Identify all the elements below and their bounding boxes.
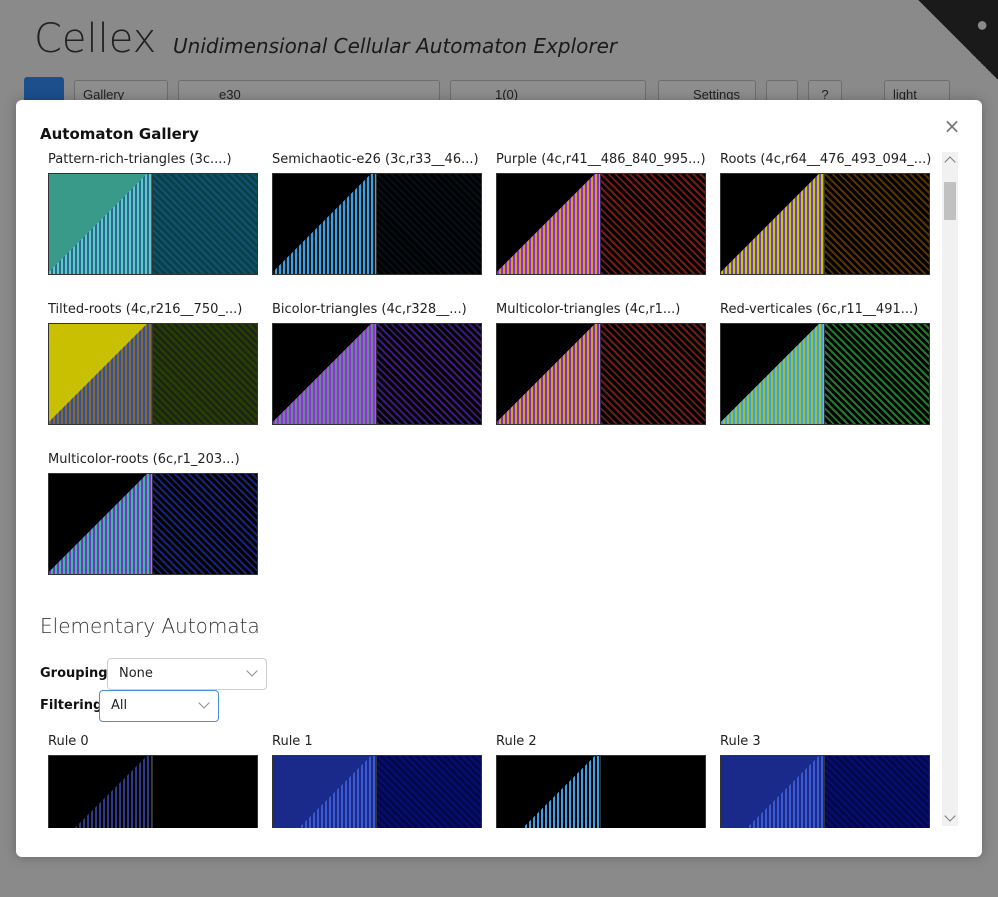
- automaton-pattern: [377, 756, 481, 828]
- modal-title: Automaton Gallery: [40, 125, 199, 143]
- grouping-select[interactable]: None: [107, 658, 267, 690]
- gallery-thumbnail[interactable]: [600, 323, 706, 425]
- scroll-up-icon[interactable]: [944, 156, 956, 168]
- scroll-down-icon[interactable]: [944, 810, 956, 822]
- gallery-modal: Automaton Gallery × Pattern-rich-triangl…: [16, 100, 982, 857]
- automaton-pattern: [497, 756, 601, 828]
- gallery-card[interactable]: Purple (4c,r41__486_840_995...): [488, 152, 712, 302]
- gallery-card[interactable]: Multicolor-roots (6c,r1_203...): [40, 452, 264, 602]
- automaton-pattern: [601, 756, 705, 828]
- filtering-label: Filtering: [40, 698, 103, 713]
- gallery-thumbnail[interactable]: [376, 173, 482, 275]
- rule-card-label: Rule 0: [48, 734, 89, 749]
- rule-thumbnail[interactable]: [496, 755, 602, 828]
- rule-card-label: Rule 2: [496, 734, 537, 749]
- automaton-pattern: [49, 174, 153, 274]
- gallery-thumbnail[interactable]: [48, 173, 154, 275]
- gallery-thumbnail[interactable]: [152, 173, 258, 275]
- automaton-pattern: [721, 756, 825, 828]
- gallery-card[interactable]: Semichaotic-e26 (3c,r33__46...): [264, 152, 488, 302]
- gallery-thumbnail[interactable]: [48, 323, 154, 425]
- automaton-pattern: [377, 324, 481, 424]
- gallery-thumbnail[interactable]: [824, 173, 930, 275]
- gallery-thumbnail[interactable]: [720, 173, 826, 275]
- rule-thumbnail[interactable]: [152, 755, 258, 828]
- gallery-thumbnail[interactable]: [152, 323, 258, 425]
- gallery-thumbnail[interactable]: [272, 323, 378, 425]
- gallery-card[interactable]: Roots (4c,r64__476_493_094_...): [712, 152, 936, 302]
- rule-card[interactable]: Rule 1: [264, 734, 488, 828]
- grouping-value: None: [119, 666, 153, 681]
- chevron-down-icon: [246, 665, 258, 677]
- automaton-pattern: [273, 756, 377, 828]
- automaton-pattern: [721, 324, 825, 424]
- automaton-pattern: [721, 174, 825, 274]
- rule-card[interactable]: Rule 0: [40, 734, 264, 828]
- rule-card[interactable]: Rule 3: [712, 734, 936, 828]
- rule-card-label: Rule 3: [720, 734, 761, 749]
- gallery-card-label: Multicolor-roots (6c,r1_203...): [48, 452, 240, 467]
- automaton-pattern: [49, 474, 153, 574]
- automaton-pattern: [153, 174, 257, 274]
- automaton-pattern: [601, 174, 705, 274]
- gallery-thumbnail[interactable]: [152, 473, 258, 575]
- rule-card-label: Rule 1: [272, 734, 313, 749]
- gallery-card[interactable]: Tilted-roots (4c,r216__750_...): [40, 302, 264, 452]
- rule-thumbnail[interactable]: [720, 755, 826, 828]
- grouping-label: Grouping: [40, 666, 108, 681]
- rule-thumbnail[interactable]: [48, 755, 154, 828]
- github-icon: ●: [970, 13, 995, 38]
- github-corner[interactable]: ●: [918, 0, 998, 80]
- elementary-heading: Elementary Automata: [40, 614, 260, 638]
- gallery-thumbnail[interactable]: [496, 323, 602, 425]
- automaton-pattern: [153, 474, 257, 574]
- gallery-card[interactable]: Red-verticales (6c,r11__491...): [712, 302, 936, 452]
- automaton-pattern: [49, 756, 153, 828]
- automaton-pattern: [49, 324, 153, 424]
- gallery-thumbnail[interactable]: [272, 173, 378, 275]
- gallery-card-label: Semichaotic-e26 (3c,r33__46...): [272, 152, 479, 167]
- filtering-select[interactable]: All: [99, 690, 219, 722]
- automaton-pattern: [153, 756, 257, 828]
- gallery-thumbnail[interactable]: [48, 473, 154, 575]
- automaton-pattern: [601, 324, 705, 424]
- automaton-pattern: [497, 324, 601, 424]
- rule-thumbnail[interactable]: [600, 755, 706, 828]
- automaton-pattern: [497, 174, 601, 274]
- gallery-card[interactable]: Pattern-rich-triangles (3c....): [40, 152, 264, 302]
- gallery-card[interactable]: Multicolor-triangles (4c,r1...): [488, 302, 712, 452]
- gallery-thumbnail[interactable]: [720, 323, 826, 425]
- automaton-pattern: [377, 174, 481, 274]
- app-title: Cellex: [34, 16, 157, 62]
- gallery-card-label: Bicolor-triangles (4c,r328__...): [272, 302, 467, 317]
- automaton-pattern: [825, 756, 929, 828]
- automaton-pattern: [273, 324, 377, 424]
- gallery-card-label: Red-verticales (6c,r11__491...): [720, 302, 919, 317]
- scrollbar[interactable]: [942, 152, 958, 826]
- gallery-card-label: Roots (4c,r64__476_493_094_...): [720, 152, 932, 167]
- gallery-scroll-area[interactable]: Pattern-rich-triangles (3c....) Semichaot…: [40, 152, 958, 828]
- gallery-thumbnail[interactable]: [496, 173, 602, 275]
- automaton-pattern: [153, 324, 257, 424]
- automaton-pattern: [825, 174, 929, 274]
- rule-thumbnail[interactable]: [376, 755, 482, 828]
- rule-thumbnail[interactable]: [272, 755, 378, 828]
- app-subtitle: Unidimensional Cellular Automaton Explor…: [173, 34, 618, 58]
- gallery-card-label: Pattern-rich-triangles (3c....): [48, 152, 232, 167]
- gallery-card[interactable]: Bicolor-triangles (4c,r328__...): [264, 302, 488, 452]
- automaton-pattern: [825, 324, 929, 424]
- rule-card[interactable]: Rule 2: [488, 734, 712, 828]
- automaton-pattern: [273, 174, 377, 274]
- gallery-card-label: Purple (4c,r41__486_840_995...): [496, 152, 706, 167]
- gallery-thumbnail[interactable]: [824, 323, 930, 425]
- scrollbar-thumb[interactable]: [944, 182, 956, 220]
- gallery-thumbnail[interactable]: [600, 173, 706, 275]
- chevron-down-icon: [198, 697, 210, 709]
- filtering-value: All: [111, 698, 128, 713]
- rule-thumbnail[interactable]: [824, 755, 930, 828]
- gallery-card-label: Tilted-roots (4c,r216__750_...): [48, 302, 243, 317]
- close-icon[interactable]: ×: [942, 116, 962, 136]
- gallery-card-label: Multicolor-triangles (4c,r1...): [496, 302, 681, 317]
- gallery-thumbnail[interactable]: [376, 323, 482, 425]
